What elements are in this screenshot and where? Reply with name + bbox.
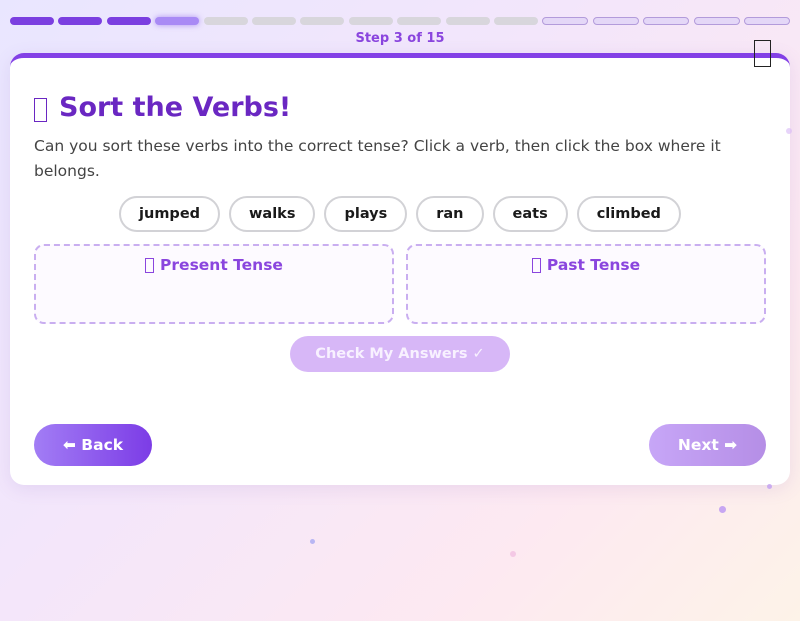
- page-title: Sort the Verbs!: [59, 92, 292, 123]
- progress-segment-current: [155, 17, 200, 25]
- progress-segment: [494, 17, 538, 25]
- history-icon: [531, 257, 541, 273]
- step-indicator: Step 3 of 15: [355, 31, 445, 46]
- instructions-text: Can you sort these verbs into the correc…: [34, 137, 721, 180]
- check-answers-button[interactable]: Check My Answers ✓: [290, 336, 510, 372]
- progress-segment: [10, 17, 54, 25]
- verb-chip-eats[interactable]: eats: [492, 196, 568, 232]
- puzzle-icon: [34, 97, 47, 122]
- progress-segment: [300, 17, 345, 25]
- progress-segment: [348, 17, 393, 25]
- decorative-dot: [510, 551, 516, 557]
- present-tense-label: Present Tense: [160, 256, 283, 274]
- progress-segment: [592, 17, 639, 25]
- progress-segment: [445, 17, 490, 25]
- activity-card: Sort the Verbs! Can you sort these verbs…: [10, 53, 790, 485]
- clock-icon: [145, 257, 155, 273]
- present-tense-dropzone[interactable]: Present Tense: [34, 244, 394, 324]
- decorative-dot: [786, 128, 792, 134]
- back-button[interactable]: ⬅ Back: [34, 424, 152, 466]
- next-button[interactable]: Next ➡: [649, 424, 766, 466]
- progress-segment: [58, 17, 103, 25]
- progress-segment: [542, 17, 589, 25]
- progress-segment: [397, 17, 442, 25]
- progress-segment: [252, 17, 296, 25]
- settings-icon[interactable]: [754, 40, 771, 67]
- zone-title-past: Past Tense: [408, 256, 764, 274]
- verb-chip-climbed[interactable]: climbed: [576, 196, 681, 232]
- zone-title-present: Present Tense: [36, 256, 392, 274]
- activity-title-wrap: Sort the Verbs!: [34, 92, 291, 123]
- decorative-dot: [310, 539, 315, 544]
- progress-segment: [203, 17, 248, 25]
- verb-chip-plays[interactable]: plays: [324, 196, 408, 232]
- progress-segment: [643, 17, 690, 25]
- progress-bar: [10, 17, 790, 26]
- progress-segment: [744, 17, 790, 25]
- verb-chip-walks[interactable]: walks: [229, 196, 316, 232]
- verb-chip-jumped[interactable]: jumped: [119, 196, 221, 232]
- verb-bank: jumped walks plays ran eats climbed: [10, 196, 790, 232]
- progress-segment: [693, 17, 740, 25]
- past-tense-label: Past Tense: [546, 256, 641, 274]
- decorative-dot: [719, 506, 726, 513]
- verb-chip-ran[interactable]: ran: [416, 196, 484, 232]
- decorative-dot: [767, 484, 772, 489]
- past-tense-dropzone[interactable]: Past Tense: [406, 244, 766, 324]
- progress-segment: [106, 17, 151, 25]
